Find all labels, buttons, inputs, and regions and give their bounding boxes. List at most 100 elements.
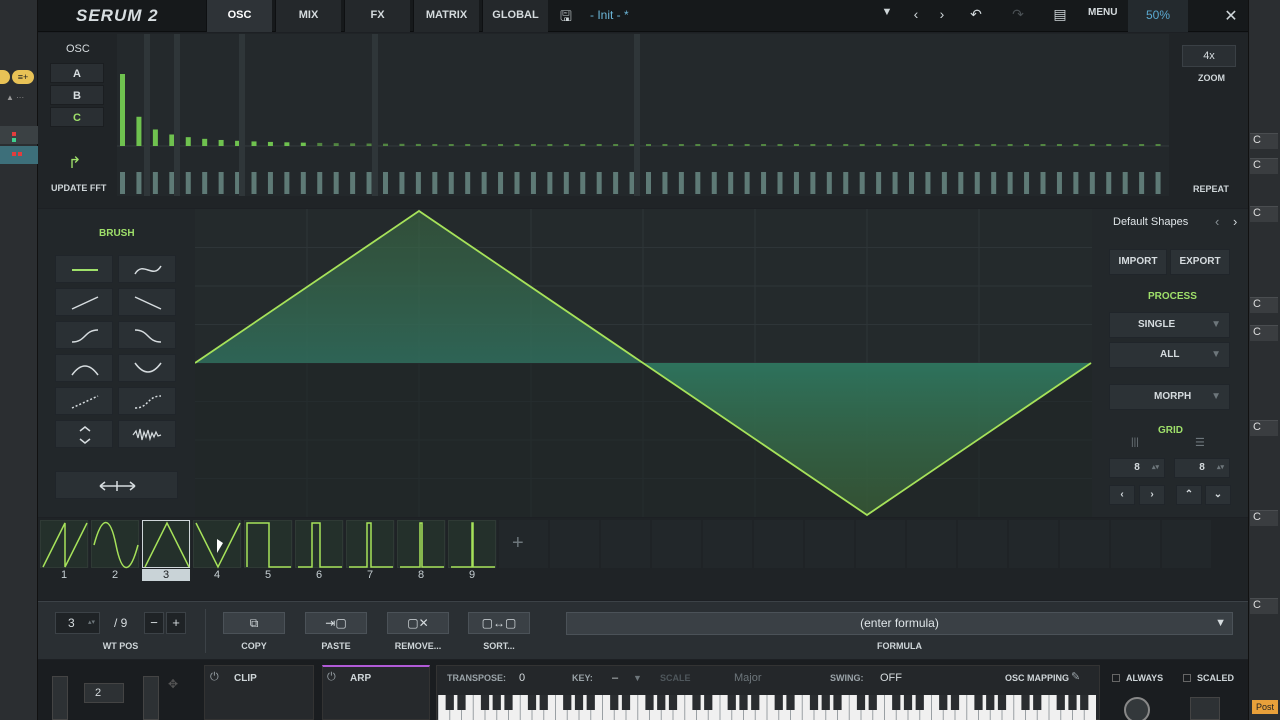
host-clip-slot[interactable]: C bbox=[1250, 598, 1278, 614]
host-fader[interactable] bbox=[143, 676, 159, 720]
power-icon[interactable]: ⏻ bbox=[210, 671, 219, 684]
osc-mapping-label[interactable]: OSC MAPPING bbox=[1005, 673, 1069, 683]
preset-dropdown-icon[interactable]: ▼ bbox=[877, 6, 897, 18]
host-toggle-icon[interactable] bbox=[0, 70, 10, 84]
wavetable-frame-number[interactable]: 4 bbox=[193, 569, 241, 581]
tab-matrix[interactable]: MATRIX bbox=[413, 0, 479, 32]
save-icon[interactable]: 🖫 bbox=[556, 6, 576, 30]
waveform-canvas[interactable] bbox=[194, 209, 1092, 517]
wavetable-frame[interactable] bbox=[40, 520, 88, 568]
wavetable-frame[interactable] bbox=[142, 520, 190, 568]
brush-stretch-icon[interactable] bbox=[55, 471, 178, 499]
all-select[interactable]: ALL ▼ bbox=[1109, 342, 1230, 368]
wavetable-frame-number[interactable]: 7 bbox=[346, 569, 394, 581]
scale-value[interactable]: Major bbox=[734, 672, 762, 684]
wavetable-frame-number[interactable]: 2 bbox=[91, 569, 139, 581]
tab-mix[interactable]: MIX bbox=[275, 0, 341, 32]
sort-button[interactable]: ▢↔▢ bbox=[468, 612, 530, 634]
shift-down-button[interactable]: ⌄ bbox=[1205, 485, 1231, 505]
host-clip-slot[interactable]: C bbox=[1250, 297, 1278, 313]
wavetable-frame-number[interactable]: 5 bbox=[244, 569, 292, 581]
export-button[interactable]: EXPORT bbox=[1170, 249, 1230, 275]
brush-sine-icon[interactable] bbox=[118, 255, 176, 283]
brush-ramp-up-icon[interactable] bbox=[55, 288, 113, 316]
next-shape-icon[interactable]: › bbox=[1233, 214, 1237, 229]
shift-up-button[interactable]: ⌃ bbox=[1176, 485, 1202, 505]
zoom-select[interactable]: 4x bbox=[1182, 45, 1236, 67]
host-clip-slot[interactable]: C bbox=[1250, 325, 1278, 341]
formula-dropdown-icon[interactable]: ▼ bbox=[1215, 613, 1226, 634]
redo-icon[interactable]: ↷ bbox=[1008, 6, 1028, 23]
tab-fx[interactable]: FX bbox=[344, 0, 410, 32]
piano-keyboard[interactable] bbox=[437, 695, 1096, 720]
brush-bowl-icon[interactable] bbox=[118, 354, 176, 382]
swing-value[interactable]: OFF bbox=[880, 672, 902, 684]
move-icon[interactable]: ✥ bbox=[168, 677, 178, 691]
brush-dotted-line-icon[interactable] bbox=[55, 387, 113, 415]
post-label[interactable]: Post bbox=[1252, 700, 1278, 714]
wt-pos-minus-button[interactable]: − bbox=[144, 612, 164, 634]
update-fft-label[interactable]: UPDATE FFT bbox=[51, 183, 106, 193]
osc-a-button[interactable]: A bbox=[50, 63, 104, 83]
host-value-stepper[interactable]: 2 bbox=[84, 683, 124, 703]
brush-noise-icon[interactable] bbox=[118, 420, 176, 448]
tab-osc[interactable]: OSC bbox=[206, 0, 272, 32]
host-clip-slot[interactable]: C bbox=[1250, 420, 1278, 436]
macro-knob[interactable] bbox=[1124, 697, 1150, 720]
key-value[interactable]: – bbox=[612, 672, 618, 684]
grid-y-stepper[interactable]: 8 ▴▾ bbox=[1174, 458, 1230, 478]
host-clip-slot[interactable]: C bbox=[1250, 133, 1278, 149]
host-track-row-selected[interactable] bbox=[0, 146, 38, 164]
transpose-value[interactable]: 0 bbox=[519, 672, 525, 684]
wavetable-frame[interactable] bbox=[346, 520, 394, 568]
brush-curve-down-icon[interactable] bbox=[118, 321, 176, 349]
preset-name[interactable]: - Init - * bbox=[590, 8, 629, 22]
import-button[interactable]: IMPORT bbox=[1109, 249, 1167, 275]
key-dropdown-icon[interactable]: ▼ bbox=[633, 673, 642, 683]
wavetable-frame-number[interactable]: 1 bbox=[40, 569, 88, 581]
menu-button[interactable]: MENU bbox=[1088, 7, 1117, 18]
scaled-checkbox[interactable] bbox=[1183, 674, 1191, 682]
brush-curve-up-icon[interactable] bbox=[55, 321, 113, 349]
prev-preset-icon[interactable]: ‹ bbox=[906, 6, 926, 22]
remove-button[interactable]: ▢✕ bbox=[387, 612, 449, 634]
add-frame-button[interactable]: + bbox=[512, 532, 524, 555]
waveform-editor[interactable] bbox=[194, 209, 1092, 517]
wavetable-frame-number[interactable]: 9 bbox=[448, 569, 496, 581]
copy-button[interactable]: ⧉ bbox=[223, 612, 285, 634]
paste-button[interactable]: ⇥▢ bbox=[305, 612, 367, 634]
zoom-percent[interactable]: 50% bbox=[1128, 0, 1188, 32]
host-add-icon[interactable]: ≡+ bbox=[12, 70, 34, 84]
close-icon[interactable]: ✕ bbox=[1221, 6, 1241, 26]
host-clip-slot[interactable]: C bbox=[1250, 158, 1278, 174]
shift-right-button[interactable]: › bbox=[1139, 485, 1165, 505]
osc-c-button[interactable]: C bbox=[50, 107, 104, 127]
wavetable-frame[interactable] bbox=[295, 520, 343, 568]
osc-b-button[interactable]: B bbox=[50, 85, 104, 105]
undo-icon[interactable]: ↶ bbox=[966, 6, 986, 23]
brush-flat-icon[interactable] bbox=[55, 255, 113, 283]
tab-global[interactable]: GLOBAL bbox=[482, 0, 548, 32]
grid-x-stepper[interactable]: 8 ▴▾ bbox=[1109, 458, 1165, 478]
shift-left-button[interactable]: ‹ bbox=[1109, 485, 1135, 505]
brush-arch-icon[interactable] bbox=[55, 354, 113, 382]
host-fader[interactable] bbox=[52, 676, 68, 720]
brush-dotted-curve-icon[interactable] bbox=[118, 387, 176, 415]
next-preset-icon[interactable]: › bbox=[932, 6, 952, 22]
browser-icon[interactable]: ▤ bbox=[1050, 6, 1070, 23]
wavetable-frame-number[interactable]: 3 bbox=[142, 569, 190, 581]
single-select[interactable]: SINGLE ▼ bbox=[1109, 312, 1230, 338]
update-fft-icon[interactable]: ↱ bbox=[68, 153, 81, 173]
brush-expand-icon[interactable] bbox=[55, 420, 113, 448]
fft-display[interactable] bbox=[117, 34, 1169, 202]
pencil-icon[interactable]: ✎ bbox=[1071, 670, 1080, 683]
wavetable-frame-number[interactable]: 6 bbox=[295, 569, 343, 581]
wavetable-frame[interactable] bbox=[448, 520, 496, 568]
power-icon[interactable]: ⏻ bbox=[327, 671, 336, 684]
host-clip-slot[interactable]: C bbox=[1250, 206, 1278, 222]
wt-pos-input[interactable]: 3 ▴▾ bbox=[55, 612, 100, 634]
wavetable-frame-number[interactable]: 8 bbox=[397, 569, 445, 581]
shapes-title[interactable]: Default Shapes bbox=[1113, 216, 1188, 228]
wavetable-frame[interactable] bbox=[397, 520, 445, 568]
wavetable-frame[interactable] bbox=[244, 520, 292, 568]
